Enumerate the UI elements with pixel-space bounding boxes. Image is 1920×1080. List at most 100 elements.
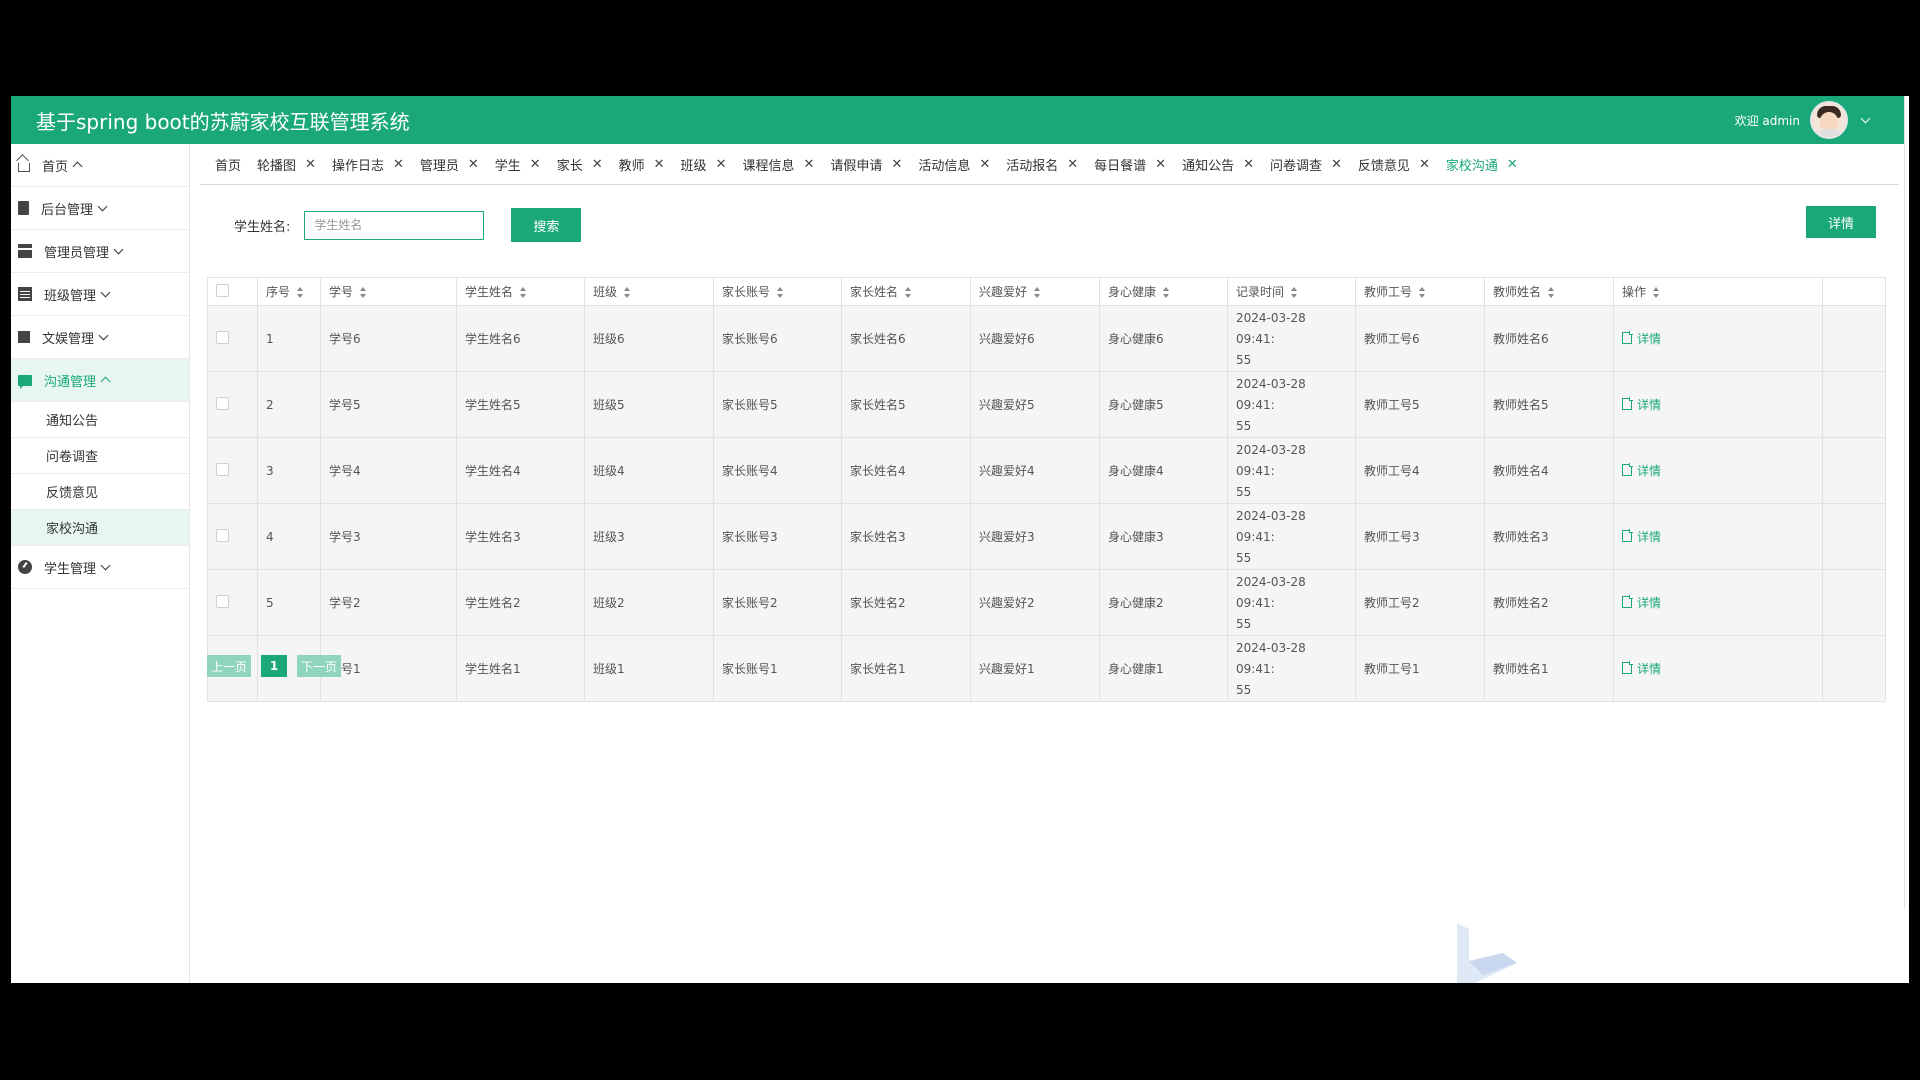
row-detail-button[interactable]: 详情 (1622, 528, 1661, 545)
page-number-1[interactable]: 1 (261, 655, 287, 677)
table-row[interactable]: 5 学号2 学生姓名2 班级2 家长账号2 家长姓名2 兴趣爱好2 身心健康2 2024-03-… (207, 569, 1887, 636)
tab-course[interactable]: 课程信息 ✕ (734, 155, 822, 184)
column-header[interactable]: 教师工号 (1355, 277, 1485, 306)
tab-leave[interactable]: 请假申请 ✕ (822, 155, 910, 184)
row-detail-button[interactable]: 详情 (1622, 462, 1661, 479)
close-icon[interactable]: ✕ (1419, 157, 1430, 172)
sidebar-item-student[interactable]: 学生管理 (11, 546, 189, 589)
sort-icon[interactable] (623, 287, 631, 298)
close-icon[interactable]: ✕ (393, 157, 404, 172)
column-header[interactable]: 班级 (584, 277, 714, 306)
row-checkbox[interactable] (216, 396, 229, 410)
sort-icon[interactable] (1652, 287, 1660, 298)
close-icon[interactable]: ✕ (530, 157, 541, 172)
user-menu[interactable]: 欢迎 admin (1735, 101, 1909, 139)
next-page-button[interactable]: 下一页 (297, 655, 341, 677)
avatar[interactable] (1810, 101, 1848, 139)
sidebar-item-admin[interactable]: 管理员管理 (11, 230, 189, 273)
tab-menu[interactable]: 每日餐谱 ✕ (1086, 155, 1174, 184)
column-header[interactable]: 学号 (320, 277, 457, 306)
row-detail-button[interactable]: 详情 (1622, 594, 1661, 611)
table-row[interactable]: 3 学号4 学生姓名4 班级4 家长账号4 家长姓名4 兴趣爱好4 身心健康4 2024-03-… (207, 437, 1887, 504)
row-checkbox[interactable] (216, 528, 229, 542)
sort-icon[interactable] (1547, 287, 1555, 298)
table-row[interactable]: 4 学号3 学生姓名3 班级3 家长账号3 家长姓名3 兴趣爱好3 身心健康3 2024-03-… (207, 503, 1887, 570)
select-all-checkbox[interactable] (216, 283, 229, 297)
tab-oplog[interactable]: 操作日志 ✕ (324, 155, 412, 184)
tab-signup[interactable]: 活动报名 ✕ (998, 155, 1086, 184)
row-checkbox[interactable] (216, 594, 229, 608)
close-icon[interactable]: ✕ (1507, 157, 1518, 172)
tab-notice[interactable]: 通知公告 ✕ (1174, 155, 1262, 184)
sort-icon[interactable] (904, 287, 912, 298)
tab-activity[interactable]: 活动信息 ✕ (910, 155, 998, 184)
sort-icon[interactable] (359, 287, 367, 298)
column-header[interactable]: 序号 (257, 277, 321, 306)
close-icon[interactable]: ✕ (891, 157, 902, 172)
sort-icon[interactable] (776, 287, 784, 298)
row-select-cell[interactable] (207, 305, 258, 372)
tab-class[interactable]: 班级 ✕ (673, 155, 735, 184)
close-icon[interactable]: ✕ (305, 157, 316, 172)
row-select-cell[interactable] (207, 437, 258, 504)
sort-icon[interactable] (1033, 287, 1041, 298)
column-header[interactable]: 学生姓名 (456, 277, 585, 306)
tab-carousel[interactable]: 轮播图 ✕ (249, 155, 324, 184)
sidebar-subitem-home-school[interactable]: 家校沟通 (11, 510, 189, 546)
sidebar-item-entertainment[interactable]: 文娱管理 (11, 316, 189, 359)
prev-page-button[interactable]: 上一页 (207, 655, 251, 677)
tab-parent[interactable]: 家长 ✕ (549, 155, 611, 184)
row-checkbox[interactable] (216, 462, 229, 476)
row-detail-button[interactable]: 详情 (1622, 660, 1661, 677)
tab-home-school[interactable]: 家校沟通 ✕ (1438, 155, 1526, 184)
tab-feedback[interactable]: 反馈意见 ✕ (1350, 155, 1438, 184)
sidebar-item-communication[interactable]: 沟通管理 (11, 359, 189, 402)
column-header[interactable]: 身心健康 (1099, 277, 1228, 306)
tab-student[interactable]: 学生 ✕ (487, 155, 549, 184)
close-icon[interactable]: ✕ (1067, 157, 1078, 172)
sidebar-item-backend[interactable]: 后台管理 (11, 187, 189, 230)
close-icon[interactable]: ✕ (1155, 157, 1166, 172)
sort-icon[interactable] (1418, 287, 1426, 298)
sort-icon[interactable] (296, 287, 304, 298)
close-icon[interactable]: ✕ (803, 157, 814, 172)
column-header[interactable]: 家长账号 (713, 277, 842, 306)
row-checkbox[interactable] (216, 330, 229, 344)
column-header[interactable]: 家长姓名 (841, 277, 971, 306)
tab-teacher[interactable]: 教师 ✕ (611, 155, 673, 184)
close-icon[interactable]: ✕ (979, 157, 990, 172)
close-icon[interactable]: ✕ (468, 157, 479, 172)
column-header[interactable]: 记录时间 (1227, 277, 1356, 306)
row-select-cell[interactable] (207, 569, 258, 636)
column-header[interactable]: 教师姓名 (1484, 277, 1614, 306)
row-select-cell[interactable] (207, 503, 258, 570)
close-icon[interactable]: ✕ (1331, 157, 1342, 172)
sidebar-item-home[interactable]: 首页 (11, 144, 189, 187)
tab-survey[interactable]: 问卷调查 ✕ (1262, 155, 1350, 184)
tab-home[interactable]: 首页 (207, 155, 249, 184)
table-row[interactable]: 2 学号5 学生姓名5 班级5 家长账号5 家长姓名5 兴趣爱好5 身心健康5 2024-03-… (207, 371, 1887, 438)
scrollbar-thumb[interactable] (1904, 96, 1909, 908)
student-name-input[interactable] (304, 210, 485, 240)
row-select-cell[interactable] (207, 371, 258, 438)
detail-button[interactable]: 详情 (1806, 206, 1876, 238)
sidebar-item-class[interactable]: 班级管理 (11, 273, 189, 316)
table-row[interactable]: 6学号1学生姓名1班级1家长账号1家长姓名1兴趣爱好1身心健康12024-03-… (207, 635, 1887, 702)
sidebar-subitem-notice[interactable]: 通知公告 (11, 402, 189, 438)
sort-icon[interactable] (1162, 287, 1170, 298)
chevron-down-icon[interactable] (1860, 113, 1871, 124)
sort-icon[interactable] (519, 287, 527, 298)
vertical-scrollbar[interactable] (1904, 96, 1909, 908)
search-button[interactable]: 搜索 (511, 208, 582, 242)
select-all-cell[interactable] (207, 277, 258, 306)
table-row[interactable]: 1 学号6 学生姓名6 班级6 家长账号6 家长姓名6 兴趣爱好6 身心健康6 2024-03-… (207, 305, 1887, 372)
sidebar-subitem-survey[interactable]: 问卷调查 (11, 438, 189, 474)
close-icon[interactable]: ✕ (654, 157, 665, 172)
close-icon[interactable]: ✕ (592, 157, 603, 172)
row-detail-button[interactable]: 详情 (1622, 330, 1661, 347)
tab-admin[interactable]: 管理员 ✕ (412, 155, 487, 184)
sidebar-subitem-feedback[interactable]: 反馈意见 (11, 474, 189, 510)
column-header[interactable]: 操作 (1613, 277, 1823, 306)
column-header[interactable]: 兴趣爱好 (970, 277, 1100, 306)
close-icon[interactable]: ✕ (1243, 157, 1254, 172)
